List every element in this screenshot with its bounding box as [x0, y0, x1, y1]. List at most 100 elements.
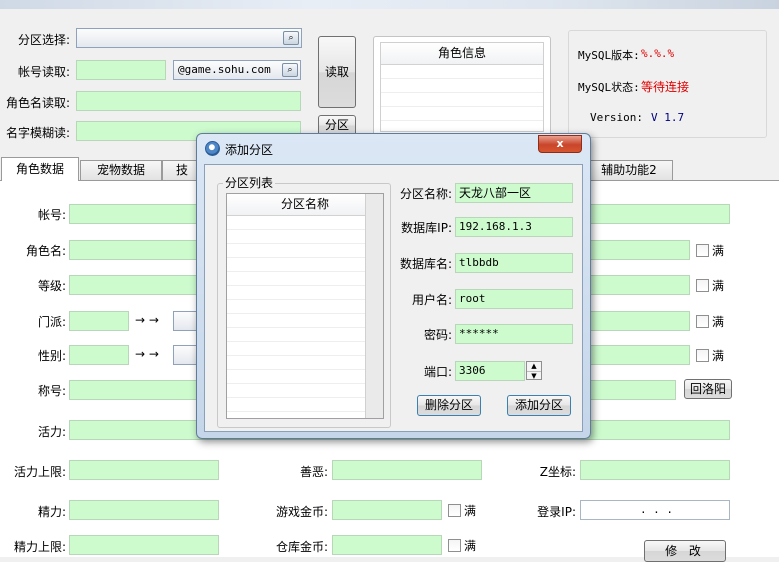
gender-label: 性别:	[37, 349, 66, 363]
energy-input[interactable]	[69, 500, 219, 520]
account-label: 帐号:	[37, 208, 66, 222]
role-info-header: 角色信息	[381, 43, 543, 65]
partition-list-group-label: 分区列表	[223, 174, 276, 191]
tab-pet-data[interactable]: 宠物数据	[80, 160, 162, 180]
delete-partition-button[interactable]: 删除分区	[417, 395, 481, 416]
password-input[interactable]: ******	[455, 324, 573, 344]
dialog-client-area: 分区列表 分区名称 分区名称: 天龙八部一区 数据库IP: 192.168.1.…	[204, 164, 583, 432]
vigor-max-input[interactable]	[69, 460, 219, 480]
login-ip-input[interactable]: . . .	[580, 500, 730, 520]
z-coord-input[interactable]	[580, 460, 730, 480]
db-ip-input[interactable]: 192.168.1.3	[455, 217, 573, 237]
partition-select-label: 分区选择:	[18, 33, 71, 47]
vigor-max-label: 活力上限:	[13, 465, 66, 479]
partition-list-scrollbar[interactable]	[365, 194, 383, 418]
energy-label: 精力:	[37, 505, 66, 519]
dialog-title: 添加分区	[225, 143, 274, 157]
password-label: 密码:	[423, 328, 452, 342]
role-info-panel: 角色信息	[373, 36, 551, 136]
fuzzy-name-label: 名字模糊读:	[6, 126, 71, 140]
partition-name-label: 分区名称:	[399, 187, 452, 201]
good-evil-label: 善恶:	[299, 465, 328, 479]
tab-role-data[interactable]: 角色数据	[1, 157, 79, 181]
sect-label: 门派:	[37, 315, 66, 329]
account-read-input[interactable]	[76, 60, 166, 80]
title-label: 称号:	[37, 384, 66, 398]
db-name-input[interactable]: tlbbdb	[455, 253, 573, 273]
partition-list-header: 分区名称	[227, 194, 383, 216]
account-domain-value: @game.sohu.com	[178, 63, 271, 76]
full-checkbox-2[interactable]	[696, 279, 709, 292]
full-label-2: 满	[712, 279, 725, 293]
title-input[interactable]	[69, 380, 204, 400]
game-gold-full-checkbox[interactable]	[448, 504, 461, 517]
port-input[interactable]: 3306	[455, 361, 525, 381]
good-evil-input[interactable]	[332, 460, 482, 480]
level-label: 等级:	[37, 279, 66, 293]
partition-list-grid	[227, 216, 365, 418]
full-checkbox-1[interactable]	[696, 244, 709, 257]
add-partition-button[interactable]: 添加分区	[507, 395, 571, 416]
role-name-read-label: 角色名读取:	[6, 96, 71, 110]
role-name-input[interactable]	[69, 240, 204, 260]
mysql-status-panel: MySQL版本: %.%.% MySQL状态: 等待连接 Version: V …	[568, 30, 767, 138]
coord-input[interactable]	[590, 380, 676, 400]
partition-select[interactable]: ⌕	[76, 28, 302, 48]
close-icon[interactable]: x	[538, 135, 582, 153]
right-stat-input-4[interactable]	[590, 345, 690, 365]
energy-max-label: 精力上限:	[13, 540, 66, 554]
game-gold-full-label: 满	[464, 504, 477, 518]
version-label: Version:	[590, 111, 643, 124]
arrow-icon: → →	[135, 313, 159, 327]
energy-max-input[interactable]	[69, 535, 219, 555]
window-top-strip	[0, 0, 779, 9]
bank-gold-input[interactable]	[332, 535, 442, 555]
full-label-4: 满	[712, 349, 725, 363]
arrow-icon: → →	[135, 347, 159, 361]
sect-input[interactable]	[69, 311, 129, 331]
db-ip-label: 数据库IP:	[401, 221, 452, 235]
mysql-version-label: MySQL版本:	[578, 49, 640, 62]
mysql-version-value: %.%.%	[641, 47, 675, 60]
account-domain-select[interactable]: @game.sohu.com ⌕	[173, 60, 301, 80]
spin-up-icon[interactable]: ▲	[527, 362, 541, 371]
right-stat-input-2[interactable]	[590, 275, 690, 295]
right-stat-input-1[interactable]	[590, 240, 690, 260]
tab-helper2[interactable]: 辅助功能2	[585, 160, 673, 180]
version-value: V 1.7	[651, 111, 685, 124]
game-gold-input[interactable]	[332, 500, 442, 520]
level-input[interactable]	[69, 275, 204, 295]
mysql-status-label: MySQL状态:	[578, 81, 640, 94]
right-stat-input-3[interactable]	[590, 311, 690, 331]
partition-list[interactable]: 分区名称	[226, 193, 384, 419]
role-name-label: 角色名:	[25, 244, 66, 258]
username-input[interactable]: root	[455, 289, 573, 309]
add-partition-dialog: 添加分区 x 分区列表 分区名称 分区名称: 天龙八部一区 数据库IP: 192…	[196, 133, 591, 439]
account-read-label: 帐号读取:	[18, 65, 71, 79]
dropdown-arrow-icon[interactable]: ⌕	[283, 31, 299, 45]
return-luoyang-button[interactable]: 回洛阳	[684, 379, 732, 399]
app-icon	[205, 141, 220, 156]
mysql-status-value: 等待连接	[641, 80, 690, 94]
full-checkbox-4[interactable]	[696, 349, 709, 362]
game-gold-label: 游戏金币:	[275, 505, 328, 519]
read-button[interactable]: 读取	[318, 36, 356, 108]
bank-gold-full-checkbox[interactable]	[448, 539, 461, 552]
role-name-read-input[interactable]	[76, 91, 301, 111]
role-info-list[interactable]: 角色信息	[380, 42, 544, 132]
dropdown-arrow-icon[interactable]: ⌕	[282, 63, 298, 77]
spin-down-icon[interactable]: ▼	[527, 371, 541, 380]
role-info-grid	[381, 65, 543, 131]
bank-gold-full-label: 满	[464, 539, 477, 553]
login-ip-label: 登录IP:	[537, 505, 576, 519]
bank-gold-label: 仓库金币:	[275, 540, 328, 554]
account-input[interactable]	[69, 204, 204, 224]
modify-button[interactable]: 修 改	[644, 540, 726, 562]
partition-name-input[interactable]: 天龙八部一区	[455, 183, 573, 203]
vigor-label: 活力:	[37, 425, 66, 439]
gender-input[interactable]	[69, 345, 129, 365]
full-checkbox-3[interactable]	[696, 315, 709, 328]
port-spinner[interactable]: ▲ ▼	[526, 361, 542, 380]
full-label-1: 满	[712, 244, 725, 258]
account-right-input[interactable]	[590, 204, 730, 224]
